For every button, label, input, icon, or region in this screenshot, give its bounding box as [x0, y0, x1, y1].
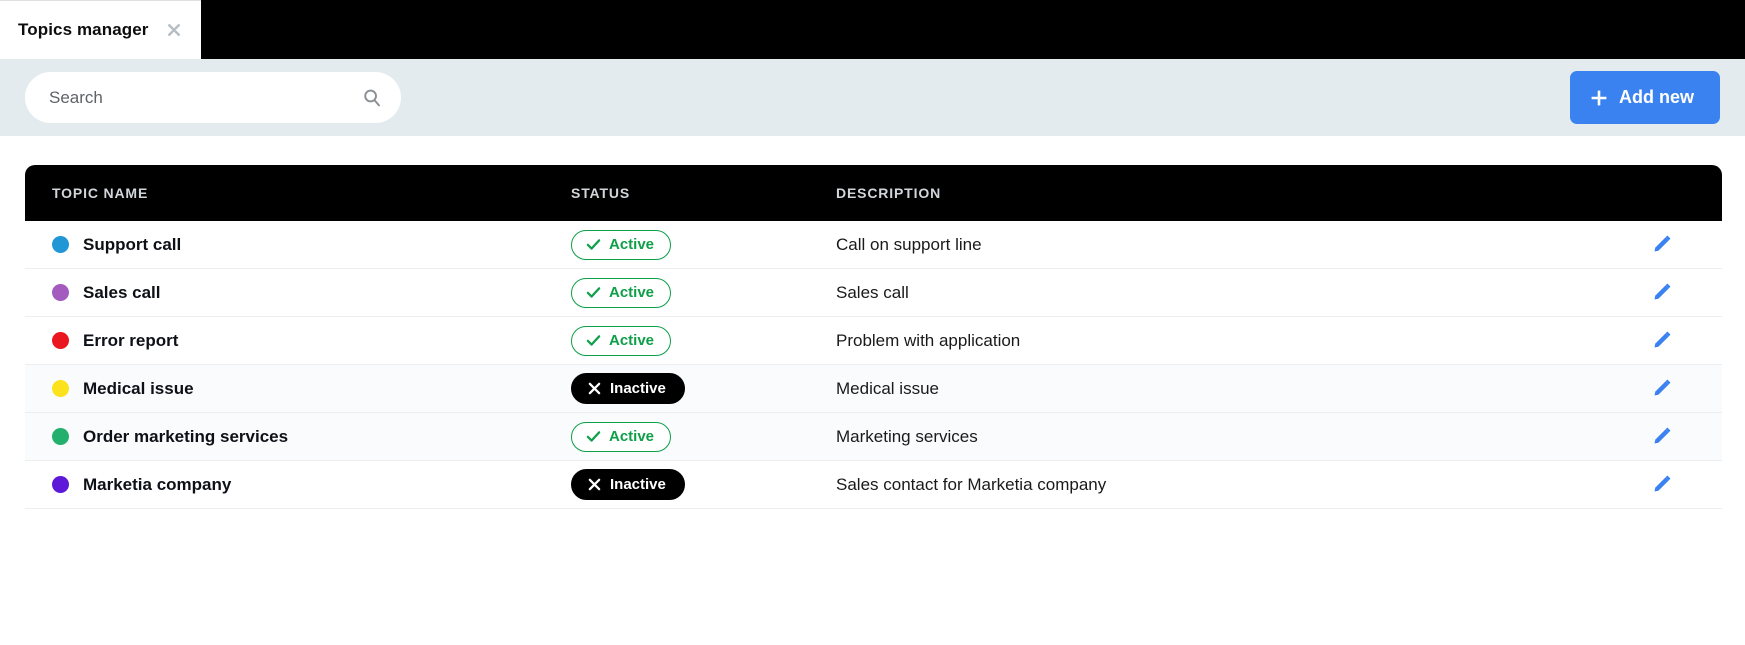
- topic-name-label: Marketia company: [83, 474, 232, 494]
- edit-row-button[interactable]: [1648, 279, 1676, 307]
- cell-actions: [1602, 279, 1722, 307]
- cell-description: Problem with application: [836, 330, 1021, 350]
- topics-table: TOPIC NAME STATUS DESCRIPTION Support ca…: [25, 165, 1722, 509]
- search-input[interactable]: [47, 86, 359, 109]
- plus-icon: [1590, 89, 1608, 107]
- topic-name-label: Order marketing services: [83, 426, 289, 446]
- status-label: Inactive: [610, 380, 666, 397]
- toolbar: Add new: [0, 59, 1745, 136]
- x-icon: [586, 381, 602, 397]
- cell-topic-name: Error report: [25, 331, 571, 351]
- status-badge[interactable]: Active: [571, 229, 672, 260]
- close-icon[interactable]: [163, 19, 185, 41]
- topic-color-dot: [52, 332, 69, 349]
- topic-name-label: Support call: [83, 234, 182, 254]
- pencil-icon: [1653, 426, 1672, 448]
- pencil-icon: [1653, 474, 1672, 496]
- tab-title: Topics manager: [18, 20, 149, 39]
- cell-actions: [1602, 327, 1722, 355]
- edit-row-button[interactable]: [1648, 423, 1676, 451]
- topic-name-label: Error report: [83, 330, 179, 350]
- status-label: Inactive: [610, 476, 666, 493]
- search-icon[interactable]: [359, 85, 385, 111]
- table-header-row: TOPIC NAME STATUS DESCRIPTION: [25, 165, 1722, 221]
- check-icon: [585, 333, 601, 349]
- edit-row-button[interactable]: [1648, 327, 1676, 355]
- column-header-topic-name: TOPIC NAME: [52, 185, 149, 201]
- search-box[interactable]: [25, 72, 401, 123]
- cell-status: Inactive: [571, 469, 836, 500]
- cell-topic-name: Support call: [25, 235, 571, 255]
- status-label: Active: [609, 428, 655, 445]
- cell-status: Active: [571, 229, 836, 260]
- tab-topics-manager[interactable]: Topics manager: [0, 0, 201, 59]
- status-label: Active: [609, 236, 655, 253]
- add-new-button[interactable]: Add new: [1570, 71, 1720, 124]
- column-header-status: STATUS: [571, 185, 631, 201]
- pencil-icon: [1653, 234, 1672, 256]
- cell-topic-name: Sales call: [25, 283, 571, 303]
- table-body: Support call Active Call on support line Sa…: [25, 221, 1722, 509]
- table-row[interactable]: Sales call Active Sales call: [25, 269, 1722, 317]
- table-row[interactable]: Support call Active Call on support line: [25, 221, 1722, 269]
- cell-status: Active: [571, 421, 836, 452]
- cell-description: Sales contact for Marketia company: [836, 474, 1107, 494]
- status-badge[interactable]: Active: [571, 421, 672, 452]
- status-label: Active: [609, 332, 655, 349]
- check-icon: [585, 429, 601, 445]
- cell-description: Medical issue: [836, 378, 939, 398]
- cell-description: Marketing services: [836, 426, 978, 446]
- pencil-icon: [1653, 330, 1672, 352]
- topic-color-dot: [52, 284, 69, 301]
- status-badge[interactable]: Inactive: [571, 373, 685, 404]
- cell-actions: [1602, 423, 1722, 451]
- check-icon: [585, 285, 601, 301]
- cell-status: Active: [571, 277, 836, 308]
- check-icon: [585, 237, 601, 253]
- cell-topic-name: Medical issue: [25, 379, 571, 399]
- topic-color-dot: [52, 380, 69, 397]
- x-icon: [586, 477, 602, 493]
- status-label: Active: [609, 284, 655, 301]
- column-header-description: DESCRIPTION: [836, 185, 942, 201]
- add-new-label: Add new: [1619, 87, 1694, 107]
- cell-status: Inactive: [571, 373, 836, 404]
- cell-actions: [1602, 231, 1722, 259]
- pencil-icon: [1653, 282, 1672, 304]
- table-row[interactable]: Marketia company Inactive Sales contact fo…: [25, 461, 1722, 509]
- topic-color-dot: [52, 476, 69, 493]
- status-badge[interactable]: Active: [571, 325, 672, 356]
- edit-row-button[interactable]: [1648, 471, 1676, 499]
- edit-row-button[interactable]: [1648, 375, 1676, 403]
- cell-actions: [1602, 471, 1722, 499]
- edit-row-button[interactable]: [1648, 231, 1676, 259]
- tab-strip: Topics manager: [0, 0, 1745, 59]
- topic-color-dot: [52, 428, 69, 445]
- cell-status: Active: [571, 325, 836, 356]
- table-row[interactable]: Medical issue Inactive Medical issue: [25, 365, 1722, 413]
- status-badge[interactable]: Active: [571, 277, 672, 308]
- table-row[interactable]: Error report Active Problem with applicati…: [25, 317, 1722, 365]
- table-row[interactable]: Order marketing services Active Marketing …: [25, 413, 1722, 461]
- topic-name-label: Sales call: [83, 282, 161, 302]
- cell-description: Call on support line: [836, 234, 982, 254]
- topic-name-label: Medical issue: [83, 378, 194, 398]
- pencil-icon: [1653, 378, 1672, 400]
- status-badge[interactable]: Inactive: [571, 469, 685, 500]
- cell-topic-name: Marketia company: [25, 475, 571, 495]
- topic-color-dot: [52, 236, 69, 253]
- cell-description: Sales call: [836, 282, 909, 302]
- cell-topic-name: Order marketing services: [25, 427, 571, 447]
- cell-actions: [1602, 375, 1722, 403]
